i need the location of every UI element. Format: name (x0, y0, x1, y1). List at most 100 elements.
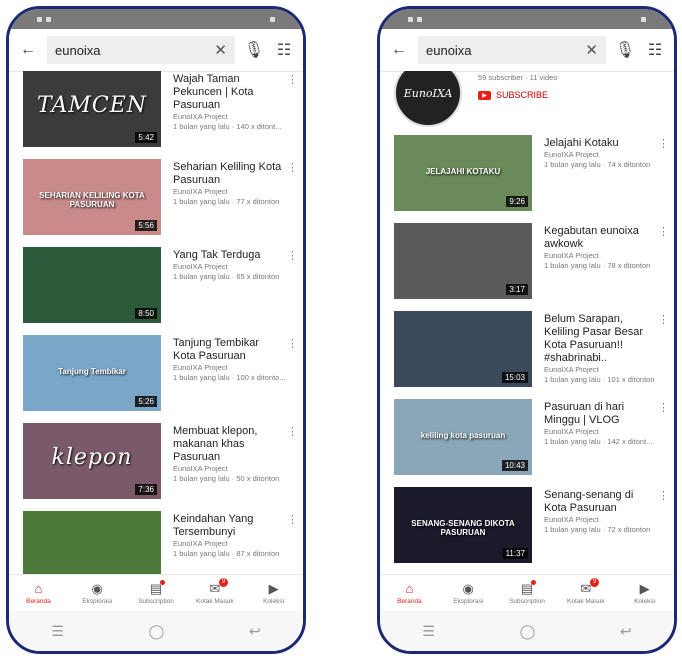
video-title[interactable]: Belum Sarapan, Keliling Pasar Besar Kota… (544, 313, 666, 365)
nav-item-kotak-masuk[interactable]: ✉ 9 Kotak Masuk (185, 575, 244, 611)
search-input[interactable]: eunoixa ✕ (418, 36, 606, 64)
video-thumbnail[interactable]: keliling kota pasuruan 10:43 (394, 399, 532, 475)
more-options-icon[interactable]: ⋮ (658, 401, 669, 414)
back-button-icon[interactable]: ↩ (620, 623, 632, 640)
signal-icon (37, 16, 42, 22)
video-title[interactable]: Wajah Taman Pekuncen | Kota Pasuruan (173, 73, 295, 112)
channel-result[interactable]: EunoIXA 59 subscriber · 11 video ▶ SUBSC… (380, 71, 674, 127)
video-stats: 1 bulan yang lalu · 87 x ditonton (173, 549, 280, 558)
phone-search-results: ← eunoixa ✕ 🎙 ☷ TAMCEN 5:42 Wajah Taman Pe… (6, 6, 306, 654)
video-result-item[interactable]: TAMCEN 5:42 Wajah Taman Pekuncen | Kota Pa… (9, 71, 303, 159)
battery-icon (270, 16, 275, 22)
home-button-icon[interactable]: ◯ (149, 623, 165, 640)
subscribe-button[interactable]: ▶ SUBSCRIBE (478, 90, 558, 100)
back-button-icon[interactable]: ↩ (249, 623, 261, 640)
video-result-item[interactable]: SENANG-SENANG DIKOTA PASURUAN 11:37 Senang… (380, 487, 674, 575)
video-title[interactable]: Yang Tak Terduga (173, 249, 295, 262)
video-meta: Jelajahi Kotaku EunoIXA Project 1 bulan ya… (532, 135, 669, 223)
video-result-item[interactable]: 3:17 Kegabutan eunoixa awkowk EunoIXA Proj… (380, 223, 674, 311)
video-meta: Pasuruan di hari Minggu | VLOG EunoIXA Pr… (532, 399, 669, 487)
video-thumbnail[interactable]: 3:17 (394, 223, 532, 299)
home-button-icon[interactable]: ◯ (520, 623, 536, 640)
video-meta: Keindahan Yang Tersembunyi EunoIXA Projec… (161, 511, 298, 575)
nav-item-koleksi[interactable]: ▶ Koleksi (244, 575, 303, 611)
nav-label: Subscription (138, 597, 174, 605)
more-options-icon[interactable]: ⋮ (287, 161, 298, 174)
library-icon: ▶ (268, 580, 279, 596)
thumbnail-caption: klepon (51, 445, 133, 470)
nav-item-subscription[interactable]: ▤ Subscription (127, 575, 186, 611)
video-thumbnail[interactable]: klepon 7:36 (23, 423, 161, 499)
nav-item-eksplorasi[interactable]: ◉ Eksplorasi (68, 575, 127, 611)
home-icon: ⌂ (34, 580, 43, 596)
video-title[interactable]: Pasuruan di hari Minggu | VLOG (544, 401, 666, 427)
channel-avatar[interactable]: EunoIXA (394, 71, 462, 127)
notification-badge: 9 (589, 577, 600, 587)
video-thumbnail[interactable]: 8:50 (23, 247, 161, 323)
more-options-icon[interactable]: ⋮ (658, 225, 669, 238)
video-thumbnail[interactable]: Tanjung Tembikar 5:26 (23, 335, 161, 411)
video-title[interactable]: Seharian Keliling Kota Pasuruan (173, 161, 295, 187)
new-content-dot (160, 579, 166, 585)
video-result-item[interactable]: Tanjung Tembikar 5:26 Tanjung Tembikar Kot… (9, 335, 303, 423)
more-options-icon[interactable]: ⋮ (658, 489, 669, 502)
home-icon: ⌂ (405, 580, 414, 596)
more-options-icon[interactable]: ⋮ (287, 337, 298, 350)
video-title[interactable]: Keindahan Yang Tersembunyi (173, 513, 295, 539)
more-options-icon[interactable]: ⋮ (658, 137, 669, 150)
filter-icon[interactable]: ☷ (273, 39, 295, 61)
video-thumbnail[interactable]: 15:03 (394, 311, 532, 387)
microphone-icon[interactable]: 🎙 (243, 39, 265, 61)
video-title[interactable]: Membuat klepon, makanan khas Pasuruan (173, 425, 295, 464)
video-result-item[interactable]: klepon 7:36 Membuat klepon, makanan khas P… (9, 423, 303, 511)
video-channel: EunoIXA Project (173, 363, 228, 372)
video-stats: 1 bulan yang lalu · 74 x ditonton (544, 160, 651, 169)
filter-icon[interactable]: ☷ (644, 39, 666, 61)
nav-item-kotak-masuk[interactable]: ✉ 9 Kotak Masuk (556, 575, 615, 611)
video-result-item[interactable]: JELAJAHI KOTAKU 9:26 Jelajahi Kotaku EunoIX… (380, 135, 674, 223)
video-duration: 9:26 (506, 196, 528, 207)
video-channel: EunoIXA Project (173, 464, 228, 473)
more-options-icon[interactable]: ⋮ (287, 249, 298, 262)
clear-search-icon[interactable]: ✕ (214, 41, 227, 59)
video-thumbnail[interactable]: SEHARIAN KELILING KOTA PASURUAN 5:56 (23, 159, 161, 235)
nav-item-subscription[interactable]: ▤ Subscription (498, 575, 557, 611)
video-result-item[interactable]: keliling kota pasuruan 10:43 Pasuruan di h… (380, 399, 674, 487)
video-thumbnail[interactable] (23, 511, 161, 575)
video-title[interactable]: Kegabutan eunoixa awkowk (544, 225, 666, 251)
back-arrow-icon[interactable]: ← (388, 39, 410, 61)
more-options-icon[interactable]: ⋮ (287, 73, 298, 86)
inbox-icon: ✉ 9 (580, 577, 600, 596)
video-title[interactable]: Tanjung Tembikar Kota Pasuruan (173, 337, 295, 363)
video-result-item[interactable]: SEHARIAN KELILING KOTA PASURUAN 5:56 Sehar… (9, 159, 303, 247)
recent-apps-icon[interactable]: ☰ (422, 623, 435, 640)
nav-item-eksplorasi[interactable]: ◉ Eksplorasi (439, 575, 498, 611)
video-meta: Seharian Keliling Kota Pasuruan EunoIXA P… (161, 159, 298, 247)
nav-item-beranda[interactable]: ⌂ Beranda (380, 575, 439, 611)
thumbnail-caption: TAMCEN (36, 93, 148, 118)
nav-label: Koleksi (634, 597, 656, 605)
recent-apps-icon[interactable]: ☰ (51, 623, 64, 640)
video-result-item[interactable]: Keindahan Yang Tersembunyi EunoIXA Projec… (9, 511, 303, 575)
channel-meta: 59 subscriber · 11 video ▶ SUBSCRIBE (462, 71, 558, 123)
more-options-icon[interactable]: ⋮ (287, 425, 298, 438)
video-title[interactable]: Jelajahi Kotaku (544, 137, 666, 150)
nav-item-beranda[interactable]: ⌂ Beranda (9, 575, 68, 611)
search-input[interactable]: eunoixa ✕ (47, 36, 235, 64)
video-result-item[interactable]: 15:03 Belum Sarapan, Keliling Pasar Besar… (380, 311, 674, 399)
video-result-item[interactable]: 8:50 Yang Tak Terduga EunoIXA Project 1 bul… (9, 247, 303, 335)
video-title[interactable]: Senang-senang di Kota Pasuruan (544, 489, 666, 515)
thumbnail-caption: JELAJAHI KOTAKU (425, 167, 501, 176)
microphone-icon[interactable]: 🎙 (614, 39, 636, 61)
back-arrow-icon[interactable]: ← (17, 39, 39, 61)
explore-icon: ◉ (91, 580, 103, 596)
more-options-icon[interactable]: ⋮ (287, 513, 298, 526)
video-thumbnail[interactable]: TAMCEN 5:42 (23, 71, 161, 147)
video-stats: 1 bulan yang lalu · 77 x ditonton (173, 197, 280, 206)
clear-search-icon[interactable]: ✕ (585, 41, 598, 59)
nav-item-koleksi[interactable]: ▶ Koleksi (615, 575, 674, 611)
more-options-icon[interactable]: ⋮ (658, 313, 669, 326)
video-thumbnail[interactable]: SENANG-SENANG DIKOTA PASURUAN 11:37 (394, 487, 532, 563)
video-thumbnail[interactable]: JELAJAHI KOTAKU 9:26 (394, 135, 532, 211)
subscribe-label: SUBSCRIBE (496, 90, 549, 100)
